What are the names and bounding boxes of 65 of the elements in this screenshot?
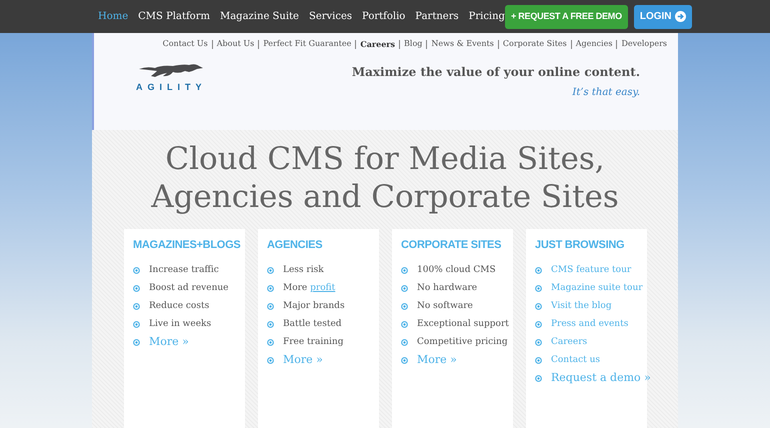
nav-link[interactable]: Magazine Suite (220, 9, 299, 24)
nav-link[interactable]: Partners (415, 9, 459, 24)
bullet-icon (267, 339, 274, 346)
feature-text: Major brands (283, 300, 345, 313)
feature-text: Reduce costs (149, 300, 210, 313)
top-link[interactable]: Corporate Sites (502, 38, 567, 50)
bullet-icon (133, 321, 140, 328)
feature-text: No hardware (417, 282, 478, 295)
card-title: CORPORATE SITES (401, 238, 502, 253)
bullet-icon (133, 303, 140, 310)
feature-text: 100% cloud CMS (417, 264, 496, 277)
top-link[interactable]: Agencies (576, 38, 612, 50)
headline: Agencies and Corporate Sites (151, 178, 619, 216)
card-title: JUST BROWSING (535, 238, 624, 253)
nav-link[interactable]: Portfolio (362, 9, 406, 24)
top-link[interactable]: Blog (404, 38, 422, 50)
bullet-icon (535, 285, 542, 292)
bullet-icon (535, 321, 542, 328)
top-link[interactable]: News & Events (431, 38, 494, 50)
bullet-icon (535, 357, 542, 364)
leaping-cat-logo-icon (139, 63, 204, 79)
top-link[interactable]: Developers (621, 38, 667, 50)
nav-link[interactable]: Services (308, 9, 352, 24)
bullet-icon (401, 303, 408, 310)
feature-text: Exceptional support (417, 318, 509, 331)
bullet-icon (267, 267, 274, 274)
nav-link[interactable]: CMS Platform (138, 9, 210, 24)
logo-text: AGILITY (136, 81, 206, 94)
tagline: Maximize the value of your online content. (352, 64, 640, 81)
nav-link[interactable]: Home (98, 9, 128, 24)
bullet-icon (267, 303, 274, 310)
bullet-icon (535, 339, 542, 346)
bullet-icon (401, 267, 408, 274)
feature-text: Competitive pricing (417, 336, 508, 349)
top-link[interactable]: Contact Us (162, 38, 208, 50)
bullet-icon (401, 285, 408, 292)
feature-text: Battle tested (283, 318, 342, 331)
headline: Cloud CMS for Media Sites, (165, 140, 605, 178)
bullet-icon (401, 321, 408, 328)
feature-text: Increase traffic (149, 264, 219, 277)
top-link[interactable]: About Us (216, 38, 254, 50)
feature-text: More profit (283, 282, 336, 295)
bullet-icon (535, 303, 542, 310)
bullet-icon (267, 357, 274, 364)
bullet-icon (133, 267, 140, 274)
bullet-icon (401, 339, 408, 346)
nav-link[interactable]: Pricing (468, 9, 505, 24)
bullet-icon (267, 285, 274, 292)
feature-text: Free training (283, 336, 344, 349)
bullet-icon (133, 339, 140, 346)
bullet-icon (535, 267, 542, 274)
feature-text: No software (417, 300, 473, 313)
tagline-subtitle: It’s that easy. (572, 86, 640, 100)
bullet-icon (133, 285, 140, 292)
card-title: AGENCIES (267, 238, 322, 253)
card-title: MAGAZINES+BLOGS (133, 238, 240, 253)
arrow-circle-icon (674, 11, 686, 22)
top-link[interactable]: Careers (360, 38, 396, 50)
top-link[interactable]: Perfect Fit Guarantee (263, 38, 352, 50)
feature-text: Less risk (283, 264, 324, 277)
bullet-icon (535, 375, 542, 382)
feature-text: Live in weeks (149, 318, 212, 331)
bullet-icon (401, 357, 408, 364)
bullet-icon (267, 321, 274, 328)
feature-text: Boost ad revenue (149, 282, 228, 295)
